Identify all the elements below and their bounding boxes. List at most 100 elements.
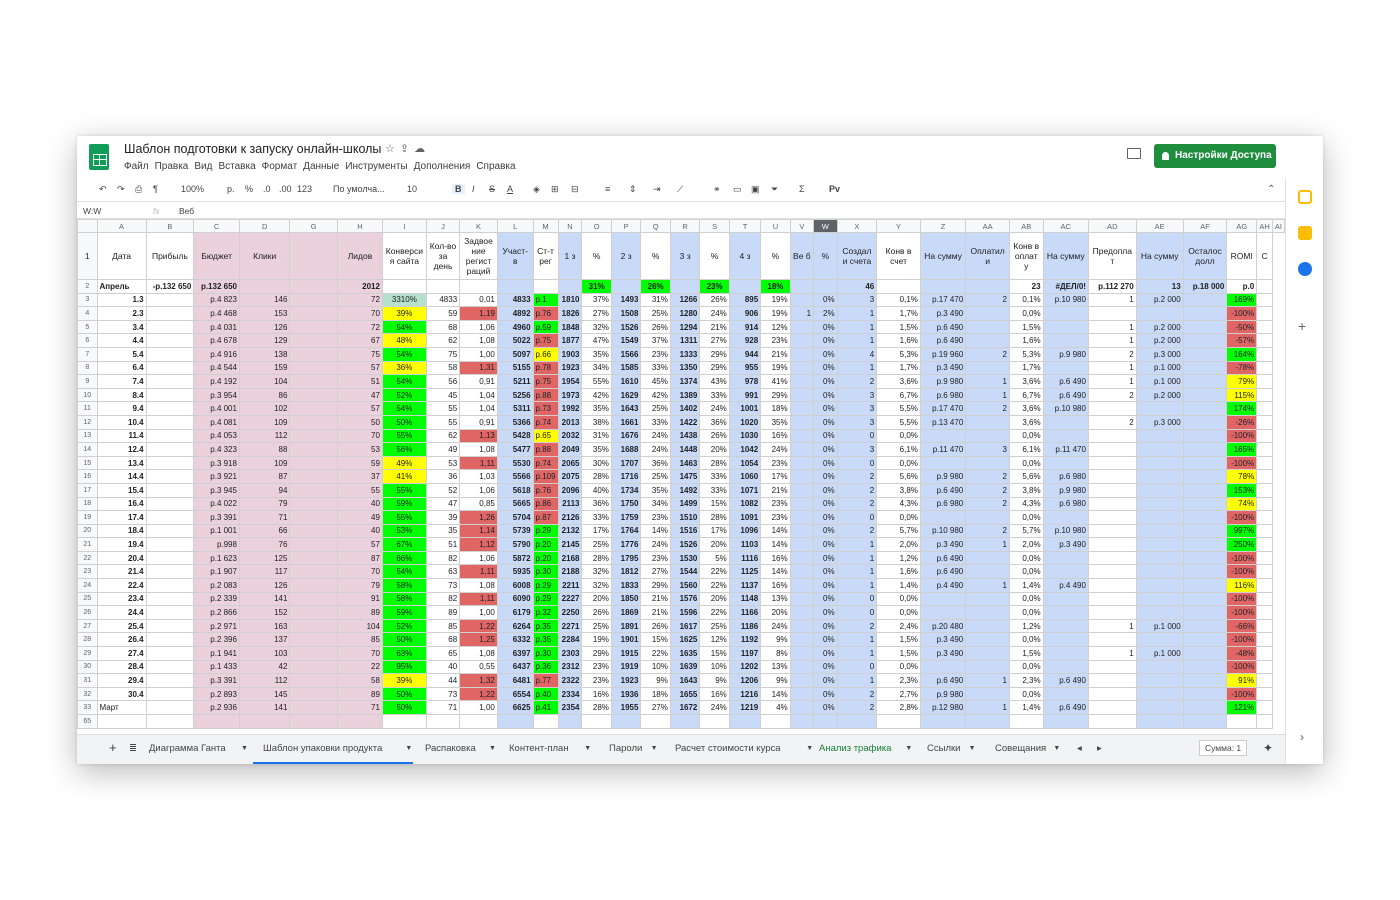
all-sheets-icon[interactable]: ≣ xyxy=(129,743,137,754)
table-cell[interactable]: 5022 xyxy=(496,333,534,348)
table-cell[interactable]: 50% xyxy=(381,632,427,648)
table-cell[interactable]: 1,5% xyxy=(876,319,921,335)
table-cell[interactable] xyxy=(965,618,1010,634)
table-cell[interactable] xyxy=(1135,496,1184,512)
table-cell[interactable] xyxy=(1182,374,1228,389)
table-cell[interactable]: 1,2% xyxy=(1008,618,1044,634)
table-cell[interactable] xyxy=(919,659,967,675)
table-cell[interactable] xyxy=(1087,306,1137,321)
table-cell[interactable]: 0,0% xyxy=(1008,659,1044,675)
table-cell[interactable]: 0% xyxy=(813,686,838,702)
summary-cell[interactable]: 18% xyxy=(760,279,791,294)
table-cell[interactable]: 1 xyxy=(1087,646,1137,661)
table-cell[interactable]: 68 xyxy=(425,319,461,335)
table-cell[interactable]: 2 xyxy=(836,496,878,512)
table-cell[interactable]: р.9 980 xyxy=(919,469,967,484)
table-cell[interactable] xyxy=(1182,333,1228,348)
table-cell[interactable] xyxy=(965,510,1010,525)
table-cell[interactable] xyxy=(289,346,338,362)
explore-icon[interactable]: ✦ xyxy=(1263,741,1273,755)
table-cell[interactable] xyxy=(1087,591,1137,607)
table-cell[interactable]: 19.4 xyxy=(96,537,147,552)
table-cell[interactable]: 1,6% xyxy=(876,564,921,580)
table-cell[interactable]: 1116 xyxy=(728,550,762,566)
table-cell[interactable] xyxy=(1087,537,1137,552)
column-header[interactable]: AH xyxy=(1256,219,1273,233)
table-cell[interactable]: 1,6% xyxy=(1008,333,1044,348)
table-cell[interactable] xyxy=(1226,714,1258,729)
table-cell[interactable] xyxy=(1256,523,1273,539)
table-cell[interactable]: 26% xyxy=(640,618,671,634)
table-cell[interactable]: 16% xyxy=(581,686,612,702)
table-cell[interactable]: р.4 678 xyxy=(193,333,240,348)
table-cell[interactable]: 0,0% xyxy=(1008,632,1044,648)
table-cell[interactable] xyxy=(289,306,338,321)
row-header[interactable]: 16 xyxy=(77,469,98,484)
column-header[interactable]: L xyxy=(496,219,534,233)
table-cell[interactable]: 1955 xyxy=(610,700,642,715)
table-cell[interactable]: 1,22 xyxy=(459,686,498,702)
table-cell[interactable]: р.59 xyxy=(532,319,559,335)
table-cell[interactable] xyxy=(425,714,461,729)
table-cell[interactable] xyxy=(1256,578,1273,593)
table-cell[interactable]: 6397 xyxy=(496,646,534,661)
table-cell[interactable] xyxy=(289,401,338,416)
header-cell[interactable]: Конверси я сайта xyxy=(381,232,427,280)
table-cell[interactable]: 109 xyxy=(238,455,291,471)
table-cell[interactable]: 0,0% xyxy=(1008,306,1044,321)
table-cell[interactable] xyxy=(145,510,195,525)
table-cell[interactable]: 1 xyxy=(836,632,878,648)
table-cell[interactable]: 54% xyxy=(381,374,427,389)
table-cell[interactable]: 17% xyxy=(581,523,612,539)
table-cell[interactable]: 3,8% xyxy=(876,482,921,498)
table-cell[interactable] xyxy=(289,714,338,729)
table-cell[interactable]: 0% xyxy=(813,550,838,566)
table-cell[interactable]: 35% xyxy=(581,346,612,362)
table-cell[interactable] xyxy=(1256,537,1273,552)
table-cell[interactable] xyxy=(1008,714,1044,729)
table-cell[interactable]: 72 xyxy=(336,319,383,335)
table-cell[interactable] xyxy=(1042,306,1089,321)
table-cell[interactable]: 5155 xyxy=(496,360,534,376)
table-cell[interactable] xyxy=(876,714,921,729)
header-cell[interactable]: Оплатил и xyxy=(965,232,1010,280)
table-cell[interactable] xyxy=(1256,618,1273,634)
column-header[interactable]: D xyxy=(238,219,291,233)
table-cell[interactable]: 52% xyxy=(381,618,427,634)
header-cell[interactable]: Клики xyxy=(238,232,291,280)
table-cell[interactable]: р.1 000 xyxy=(1135,618,1184,634)
table-cell[interactable] xyxy=(1042,632,1089,648)
table-cell[interactable]: 2075 xyxy=(557,469,583,484)
table-cell[interactable]: 1848 xyxy=(557,319,583,335)
row-header[interactable]: 30 xyxy=(77,659,98,675)
move-icon[interactable]: ⇪ xyxy=(400,143,414,155)
table-cell[interactable]: 1,31 xyxy=(459,360,498,376)
table-cell[interactable]: 33% xyxy=(581,510,612,525)
table-cell[interactable] xyxy=(789,482,815,498)
table-cell[interactable]: 2168 xyxy=(557,550,583,566)
table-cell[interactable] xyxy=(1042,510,1089,525)
table-cell[interactable]: 1,06 xyxy=(459,319,498,335)
table-cell[interactable]: р.36 xyxy=(532,659,559,675)
table-cell[interactable]: 55% xyxy=(381,428,427,444)
summary-cell[interactable] xyxy=(919,279,967,294)
table-cell[interactable]: 2 xyxy=(836,700,878,715)
table-cell[interactable] xyxy=(965,714,1010,729)
table-cell[interactable] xyxy=(145,714,195,729)
table-cell[interactable]: р.1 907 xyxy=(193,564,240,580)
table-cell[interactable]: 58 xyxy=(425,360,461,376)
table-cell[interactable] xyxy=(1087,714,1137,729)
table-cell[interactable]: 9% xyxy=(699,673,730,688)
table-cell[interactable]: 27% xyxy=(581,306,612,321)
table-cell[interactable] xyxy=(145,632,195,648)
column-header[interactable]: M xyxy=(532,219,559,233)
table-cell[interactable]: 5.4 xyxy=(96,346,147,362)
table-cell[interactable]: 1001 xyxy=(728,401,762,416)
column-header[interactable]: V xyxy=(789,219,815,233)
table-cell[interactable]: 1954 xyxy=(557,374,583,389)
table-cell[interactable]: р.6 490 xyxy=(1042,374,1089,389)
table-cell[interactable]: р.76 xyxy=(532,306,559,321)
name-box[interactable]: W:W xyxy=(83,206,101,216)
row-header[interactable]: 4 xyxy=(77,306,98,321)
table-cell[interactable]: 50% xyxy=(381,414,427,430)
